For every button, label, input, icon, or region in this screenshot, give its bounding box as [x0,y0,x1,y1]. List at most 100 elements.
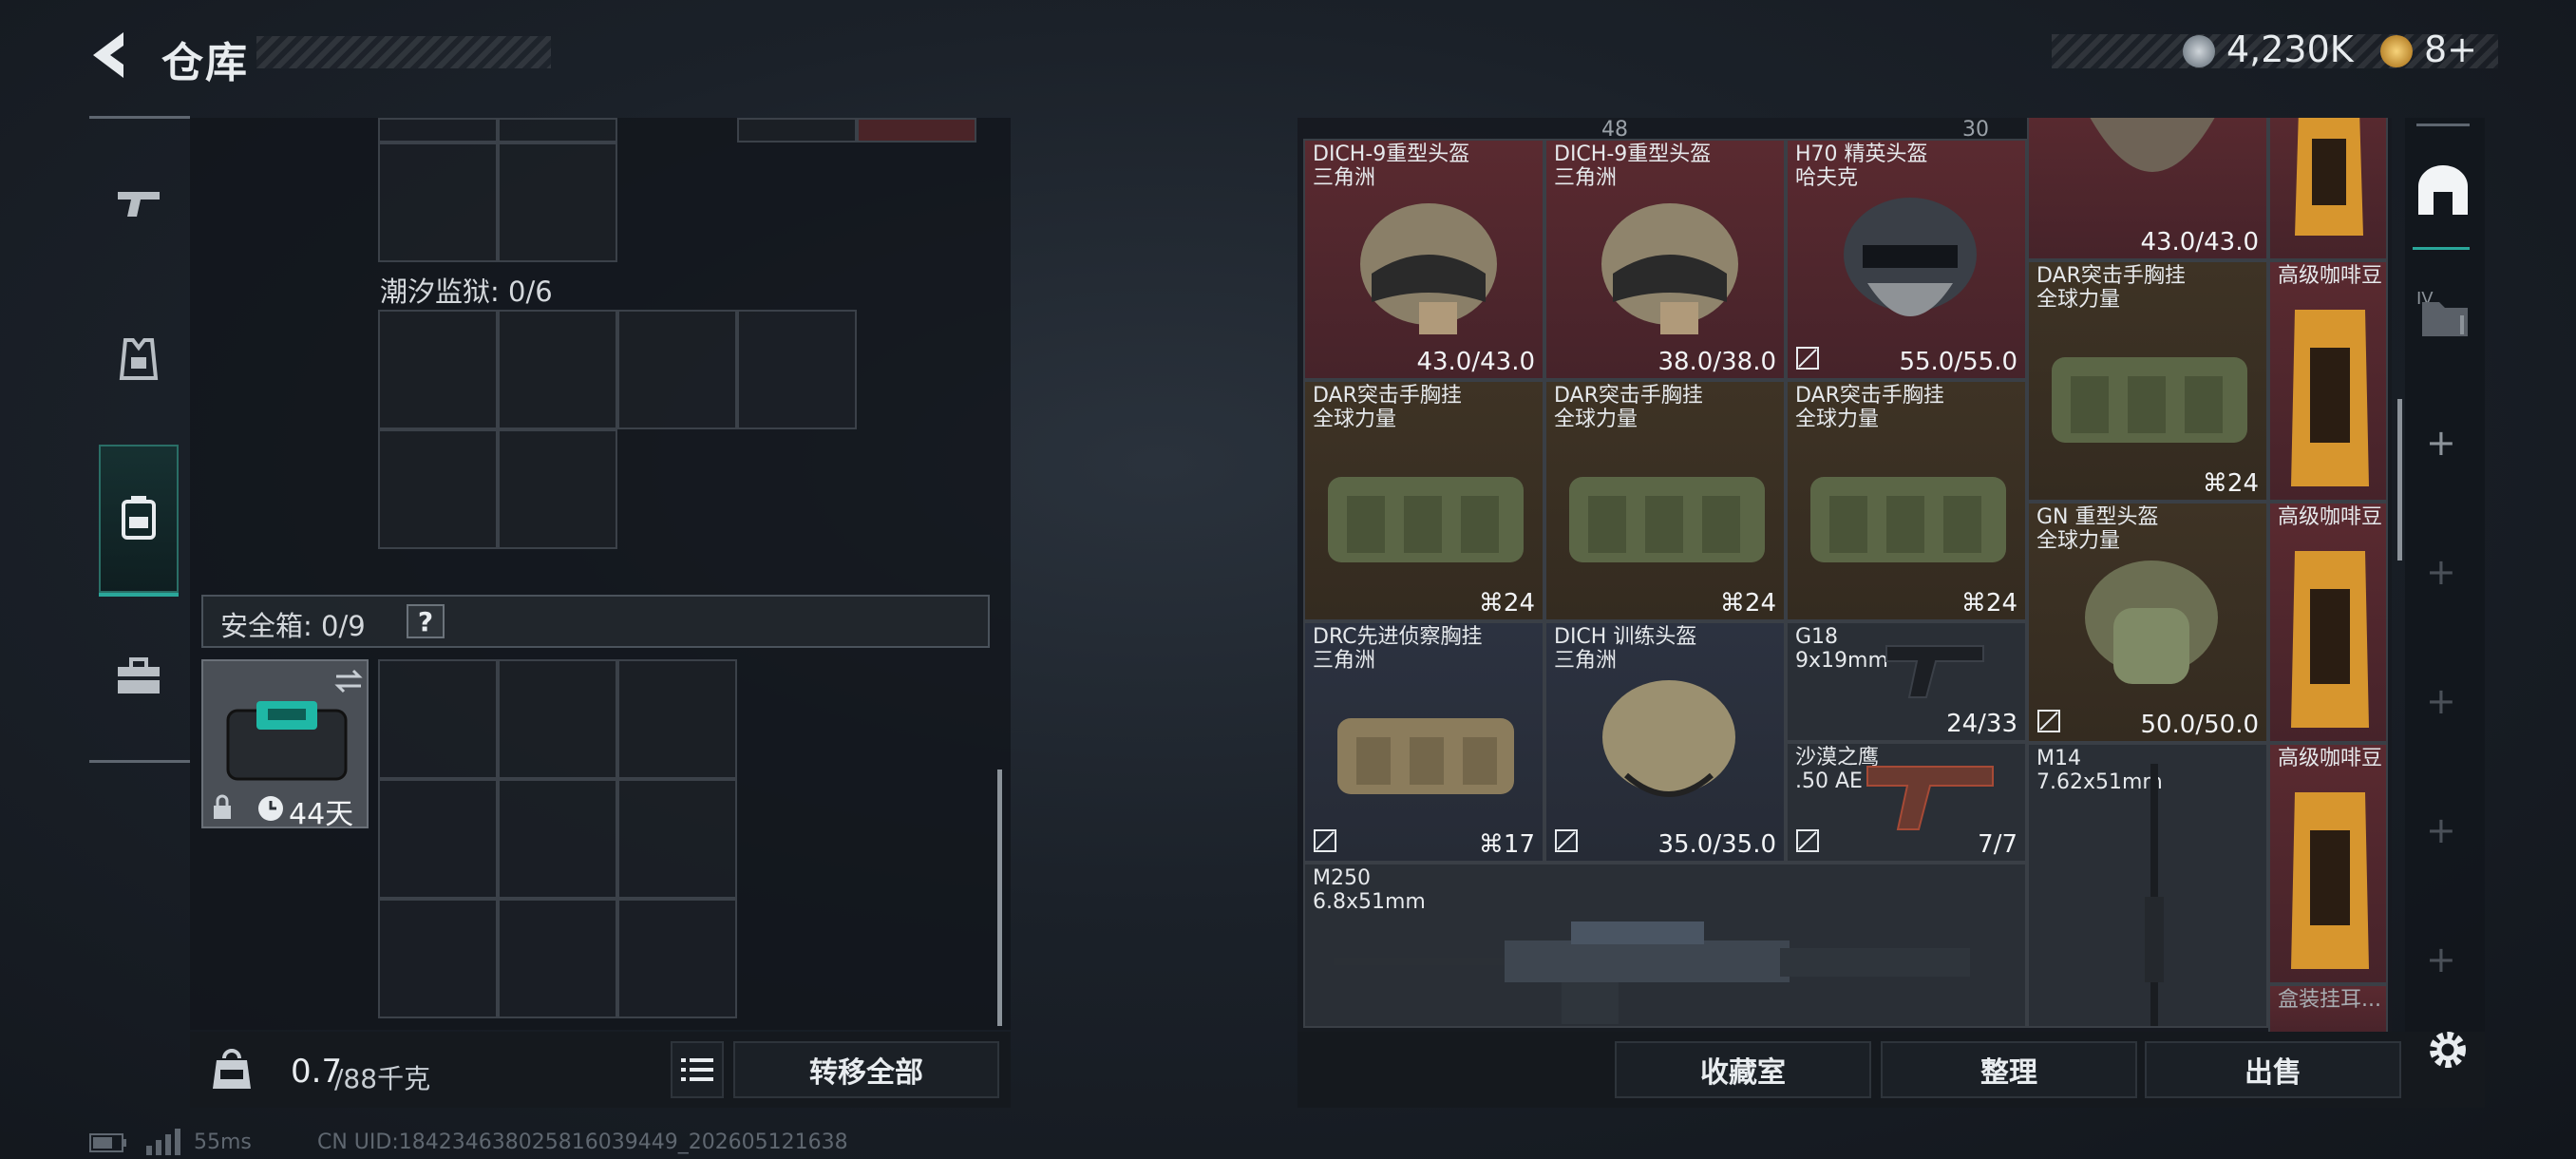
item-helmet-dich9-b[interactable]: DICH-9重型头盔 三角洲 38.0/38.0 [1544,139,1786,380]
grid-cell[interactable] [498,899,617,1018]
item-helmet-dich-training[interactable]: DICH 训练头盔 三角洲 35.0/35.0 [1544,621,1786,863]
pistol-icon [1885,645,1984,698]
item-coffee-top[interactable] [2268,118,2388,260]
backpack-icon[interactable] [112,490,165,543]
grid-cell[interactable] [378,118,498,142]
item-helmet-gn[interactable]: GN 重型头盔 全球力量 50.0/50.0 [2027,502,2268,743]
organize-button[interactable]: 整理 [1881,1041,2137,1098]
ticket-count: 8+ [2424,28,2478,70]
machine-gun-icon [1334,922,1970,1024]
item-helmet-dich9-a[interactable]: DICH-9重型头盔 三角洲 43.0/43.0 [1303,139,1544,380]
safe-box-label: 安全箱: 0/9 [220,610,366,642]
uid-text: CN UID:18423463802581603944​9_2026051216… [317,1130,848,1154]
item-helmet-partial[interactable]: 43.0/43.0 [2027,118,2268,260]
back-arrow-icon[interactable] [84,27,141,84]
tabs-divider-top [2416,124,2470,126]
add-tab-button[interactable]: + [2426,939,2456,980]
item-coffee-beans-a[interactable]: 高级咖啡豆 [2268,260,2388,502]
item-chest-rig-dar-c[interactable]: DAR突击手胸挂 全球力量 ⌘24 [1786,380,2027,621]
vault-tab-icon[interactable] [2413,162,2473,218]
grid-cell[interactable] [498,779,617,899]
pistol-icon [1866,766,1994,830]
item-coffee-beans-b[interactable]: 高级咖啡豆 [2268,502,2388,743]
item-name: GN 重型头盔 全球力量 [2036,505,2159,553]
item-chest-rig-dar-a[interactable]: DAR突击手胸挂 全球力量 ⌘24 [1303,380,1544,621]
item-name: DAR突击手胸挂 全球力量 [1795,384,1944,431]
pistol-icon[interactable] [112,179,165,232]
item-chest-rig-drc[interactable]: DRC先进侦察胸挂 三角洲 ⌘17 [1303,621,1544,863]
sell-button[interactable]: 出售 [2145,1041,2401,1098]
grid-cell[interactable] [378,142,498,262]
grid-cell[interactable] [378,779,498,899]
weight-max: /88千克 [334,1063,431,1094]
item-pistol-g18[interactable]: G18 9x19mm 24/33 [1786,621,2027,742]
helmet-icon [1601,203,1738,334]
item-durability: 35.0/35.0 [1657,830,1776,859]
toolbox-icon[interactable] [112,650,165,703]
grid-cell[interactable] [378,429,498,549]
add-tab-button[interactable]: + [2426,809,2456,851]
grid-cell[interactable] [498,429,617,549]
item-durability: 55.0/55.0 [1899,348,2017,376]
grid-cell[interactable] [378,659,498,779]
chest-rig-icon [2052,357,2247,443]
coffee-bag-icon [2295,118,2363,236]
lock-icon [214,794,231,819]
transfer-all-button[interactable]: 转移全部 [733,1041,999,1098]
chest-rig-icon [1810,477,2006,562]
item-chest-rig-dar-d[interactable]: DAR突击手胸挂 全球力量 ⌘24 [2027,260,2268,502]
sidebar-divider-top [89,116,190,119]
list-view-button[interactable] [671,1041,724,1098]
helmet-icon [1360,203,1497,334]
currency-amount: 4,230K [2226,28,2354,70]
item-name: DAR突击手胸挂 全球力量 [1313,384,1462,431]
settings-gear-icon[interactable] [2424,1026,2472,1074]
inventory-scrollbar[interactable] [997,770,1002,1026]
item-name: G18 9x19mm [1795,625,1888,673]
item-helmet-h70[interactable]: H70 精英头盔 哈夫克 55.0/55.0 [1786,139,2027,380]
grid-cell[interactable] [617,659,737,779]
grid-cell[interactable] [737,118,857,142]
warehouse-scrollbar[interactable] [2397,399,2402,560]
item-name: DICH 训练头盔 三角洲 [1554,625,1697,673]
safe-box-slot[interactable]: 44天 [201,659,369,828]
add-tab-button[interactable]: + [2426,422,2456,464]
item-durability: 50.0/50.0 [2140,711,2259,739]
item-mg-m250[interactable]: M250 6.8x51mm [1303,863,2027,1028]
collection-room-button[interactable]: 收藏室 [1615,1041,1871,1098]
grid-cell[interactable] [617,310,737,429]
helmet-icon [1602,680,1735,797]
grid-cell[interactable] [498,310,617,429]
coin-icon [2183,35,2215,67]
item-chest-rig-dar-b[interactable]: DAR突击手胸挂 全球力量 ⌘24 [1544,380,1786,621]
grid-gap [617,118,737,142]
grid-cell[interactable] [617,899,737,1018]
folder-tab-icon[interactable] [2418,289,2472,342]
item-name: DICH-9重型头盔 三角洲 [1313,142,1470,190]
grid-cell[interactable] [498,142,617,262]
swap-icon[interactable] [332,667,365,695]
grid-cell[interactable] [378,310,498,429]
signal-icon [146,1129,180,1155]
item-pistol-desert-eagle[interactable]: 沙漠之鹰 .50 AE 7/7 [1786,742,2027,863]
item-drip-coffee[interactable]: 盒装挂耳... [2268,984,2388,1032]
coffee-bag-icon [2291,310,2369,486]
item-coffee-beans-c[interactable]: 高级咖啡豆 [2268,743,2388,984]
item-name: 高级咖啡豆 [2278,264,2383,288]
item-capacity: ⌘24 [1719,589,1776,618]
item-rifle-m14[interactable]: M14 7.62x51mm [2027,743,2268,1028]
add-tab-button[interactable]: + [2426,680,2456,722]
container-capacity-label: 潮汐监狱: 0/6 [380,276,553,308]
grid-cell-occupied[interactable] [857,118,976,142]
grid-cell[interactable] [498,118,617,142]
item-durability: 43.0/43.0 [2140,228,2259,256]
grid-cell[interactable] [378,899,498,1018]
grid-cell[interactable] [737,310,857,429]
help-button[interactable]: ? [407,604,445,638]
grid-cell[interactable] [617,779,737,899]
no-insure-icon [1314,829,1336,852]
chest-rig-icon [1328,477,1524,562]
add-tab-button[interactable]: + [2426,551,2456,593]
grid-cell[interactable] [498,659,617,779]
vest-icon[interactable] [112,332,165,386]
